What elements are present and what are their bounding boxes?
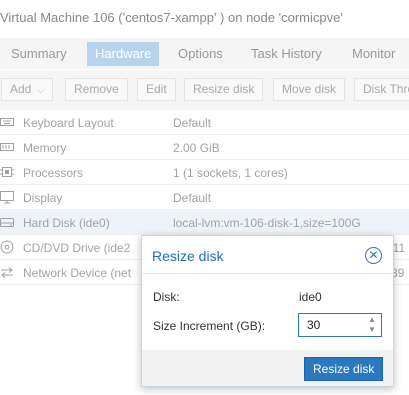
resize-disk-button[interactable]: Resize disk xyxy=(184,78,264,101)
cpu-icon xyxy=(0,165,14,179)
harddisk-icon xyxy=(0,215,14,229)
monitor-icon xyxy=(0,190,14,204)
tab-monitor[interactable]: Monitor xyxy=(352,42,395,66)
resize-disk-dialog: Resize disk ✕ Disk: ide0 Size Increment … xyxy=(141,235,394,387)
chevron-down-icon[interactable]: ▼ xyxy=(365,325,379,335)
keyboard-icon xyxy=(0,115,14,129)
row-value: local-lvm:vm-106-disk-1,size=100G xyxy=(173,216,361,230)
row-name: Processors xyxy=(23,166,84,180)
toolbar: Add ⌵ Remove Edit Resize disk Move disk D… xyxy=(0,70,409,110)
tab-bar: Summary Hardware Options Task History Mo… xyxy=(0,38,409,69)
dialog-header: Resize disk ✕ xyxy=(142,236,393,274)
table-row[interactable]: Memory 2.00 GiB xyxy=(0,135,409,160)
chevron-up-icon[interactable]: ▲ xyxy=(365,315,379,325)
window-title: Virtual Machine 106 ('centos7-xampp' ) o… xyxy=(0,10,343,25)
row-name: Hard Disk (ide0) xyxy=(23,216,110,230)
table-row[interactable]: Keyboard Layout Default xyxy=(0,110,409,135)
chevron-down-icon: ⌵ xyxy=(37,85,45,95)
tab-task-history[interactable]: Task History xyxy=(251,42,322,66)
tab-hardware[interactable]: Hardware xyxy=(87,42,160,66)
row-value: 2.00 GiB xyxy=(173,141,220,155)
size-increment-input[interactable] xyxy=(299,314,361,336)
table-row[interactable]: Processors 1 (1 sockets, 1 cores) xyxy=(0,160,409,185)
resize-disk-submit-button[interactable]: Resize disk xyxy=(304,357,384,381)
tab-options[interactable]: Options xyxy=(178,42,223,66)
tab-summary[interactable]: Summary xyxy=(11,42,67,66)
row-name: Keyboard Layout xyxy=(23,116,114,130)
add-button[interactable]: Add ⌵ xyxy=(1,78,54,101)
add-button-label: Add xyxy=(10,82,32,96)
row-name: Memory xyxy=(23,141,67,155)
table-row[interactable]: Hard Disk (ide0) local-lvm:vm-106-disk-1… xyxy=(0,210,409,235)
network-icon xyxy=(0,265,14,279)
close-icon[interactable]: ✕ xyxy=(365,247,382,264)
row-name: Network Device (net xyxy=(23,266,132,280)
row-value: Default xyxy=(173,191,212,205)
disk-throttle-button[interactable]: Disk Thro xyxy=(354,78,409,101)
size-increment-label: Size Increment (GB): xyxy=(153,319,266,333)
row-value: Default xyxy=(173,116,212,130)
row-name: CD/DVD Drive (ide2 xyxy=(23,241,131,255)
memory-icon xyxy=(0,140,14,154)
disk-label: Disk: xyxy=(153,290,180,304)
dialog-footer: Resize disk xyxy=(142,350,393,386)
remove-button[interactable]: Remove xyxy=(65,78,128,101)
row-name: Display xyxy=(23,191,63,205)
row-value: 1 (1 sockets, 1 cores) xyxy=(173,166,288,180)
size-increment-stepper[interactable]: ▲ ▼ xyxy=(298,313,382,337)
move-disk-button[interactable]: Move disk xyxy=(273,78,346,101)
table-row[interactable]: Display Default xyxy=(0,185,409,210)
cdrom-icon xyxy=(0,240,14,254)
edit-button[interactable]: Edit xyxy=(137,78,176,101)
disk-value: ide0 xyxy=(299,290,322,304)
dialog-title: Resize disk xyxy=(152,248,224,264)
